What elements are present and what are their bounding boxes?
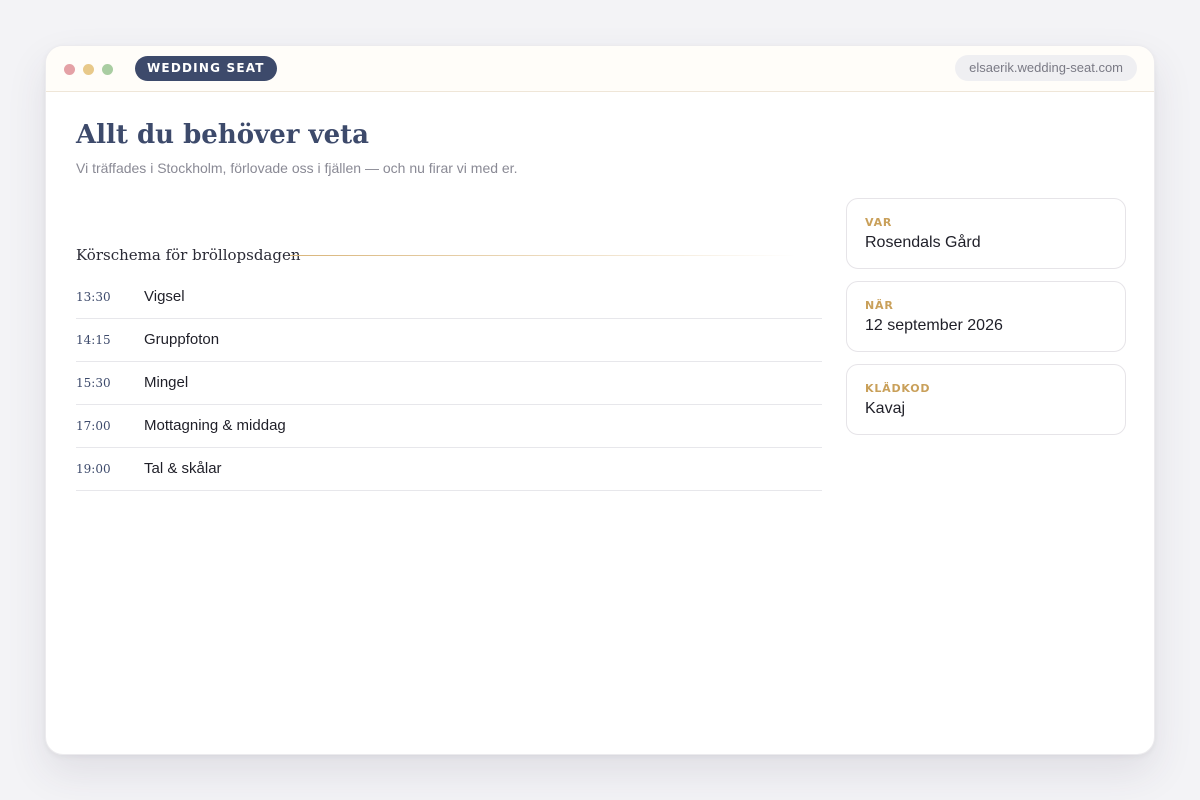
url-bar[interactable]: elsaerik.wedding-seat.com <box>955 55 1137 81</box>
page-subtitle: Vi träffades i Stockholm, förlovade oss … <box>76 160 518 176</box>
schedule-list: 13:30 Vigsel 14:15 Gruppfoton 15:30 Ming… <box>76 276 822 491</box>
maximize-window-button[interactable] <box>102 64 113 75</box>
info-card-when: NÄR 12 september 2026 <box>846 281 1126 352</box>
info-card-dress-code: KLÄDKOD Kavaj <box>846 364 1126 435</box>
schedule-row: 14:15 Gruppfoton <box>76 319 822 362</box>
schedule-event: Vigsel <box>144 288 185 305</box>
browser-window: WEDDING SEAT elsaerik.wedding-seat.com A… <box>45 45 1155 755</box>
schedule-row: 15:30 Mingel <box>76 362 822 405</box>
title-bar: WEDDING SEAT elsaerik.wedding-seat.com <box>46 46 1154 92</box>
schedule-event: Gruppfoton <box>144 331 220 348</box>
schedule-time: 15:30 <box>76 376 111 390</box>
schedule-section: Körschema för bröllopsdagen 13:30 Vigsel… <box>76 242 822 491</box>
schedule-row: 13:30 Vigsel <box>76 276 822 319</box>
info-card-label: NÄR <box>865 299 894 312</box>
schedule-event: Mingel <box>144 374 189 391</box>
schedule-event: Tal & skålar <box>144 460 222 477</box>
close-window-button[interactable] <box>64 64 75 75</box>
schedule-event: Mottagning & middag <box>144 417 286 434</box>
schedule-time: 13:30 <box>76 290 111 304</box>
page-title: Allt du behöver veta <box>76 120 369 150</box>
info-card-value: Rosendals Gård <box>865 234 981 251</box>
info-card-label: KLÄDKOD <box>865 382 931 395</box>
brand-badge[interactable]: WEDDING SEAT <box>135 56 277 81</box>
schedule-row: 19:00 Tal & skålar <box>76 448 822 491</box>
schedule-heading: Körschema för bröllopsdagen <box>76 246 301 264</box>
info-card-value: 12 september 2026 <box>865 317 1003 334</box>
heading-divider <box>290 255 796 256</box>
schedule-time: 14:15 <box>76 333 111 347</box>
info-card-where: VAR Rosendals Gård <box>846 198 1126 269</box>
schedule-time: 17:00 <box>76 419 111 433</box>
schedule-header: Körschema för bröllopsdagen <box>76 242 822 268</box>
schedule-time: 19:00 <box>76 462 111 476</box>
info-card-label: VAR <box>865 216 893 229</box>
info-cards: VAR Rosendals Gård NÄR 12 september 2026… <box>846 198 1126 447</box>
schedule-row: 17:00 Mottagning & middag <box>76 405 822 448</box>
minimize-window-button[interactable] <box>83 64 94 75</box>
page-content: Allt du behöver veta Vi träffades i Stoc… <box>76 92 1126 754</box>
info-card-value: Kavaj <box>865 400 906 417</box>
